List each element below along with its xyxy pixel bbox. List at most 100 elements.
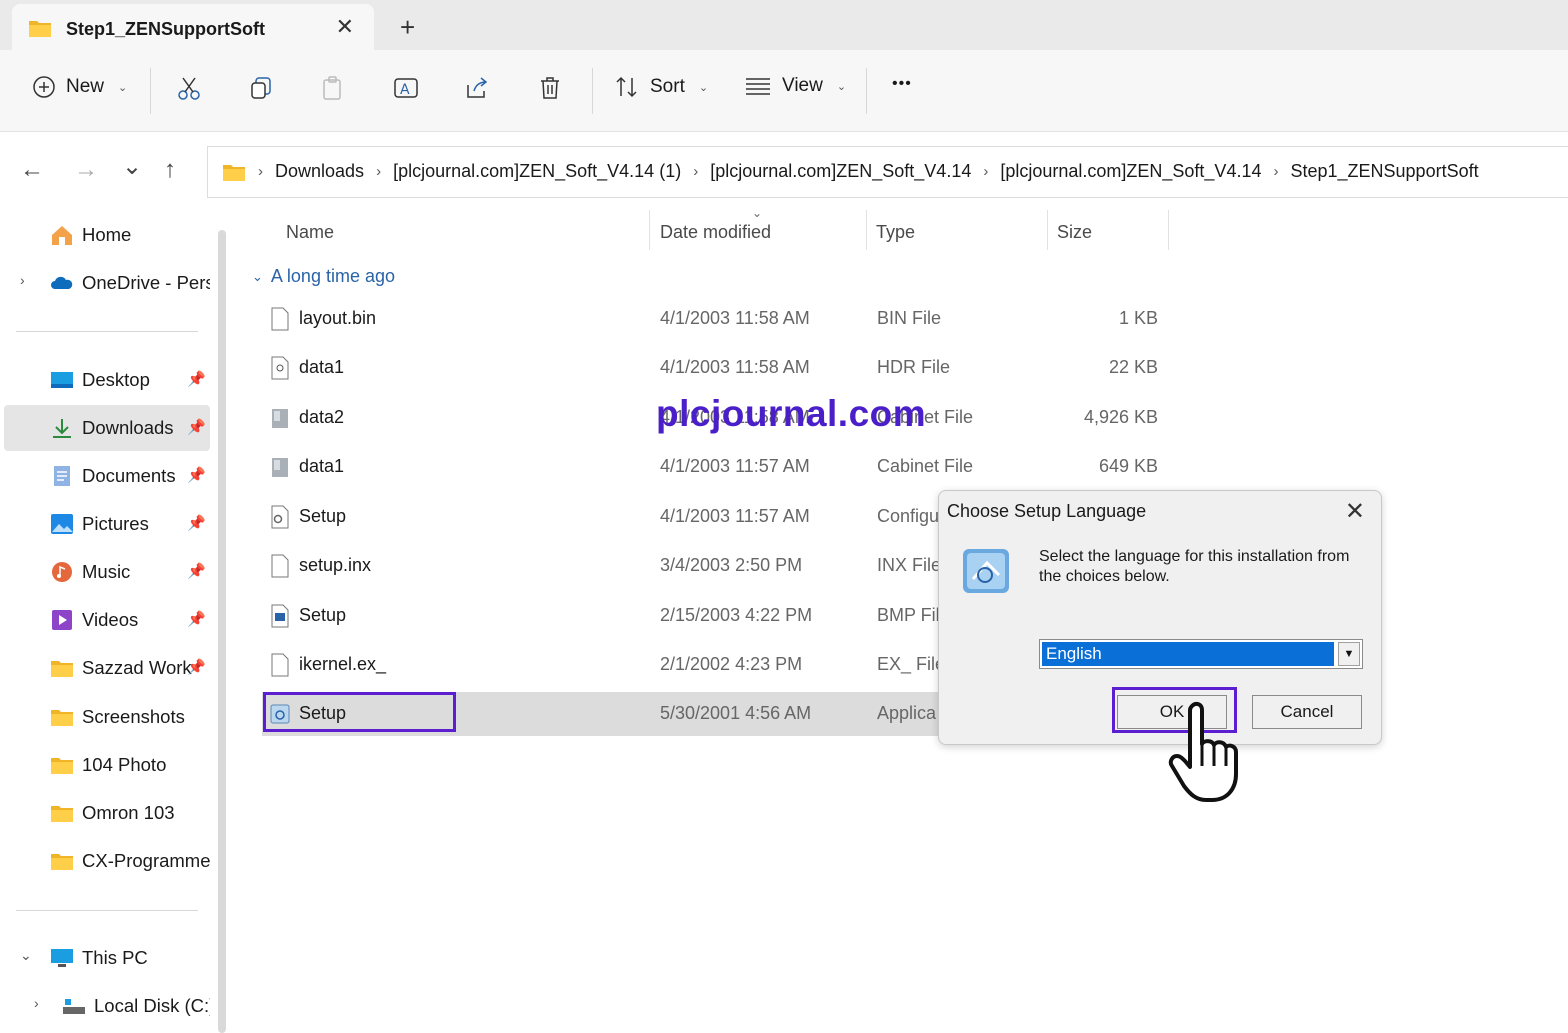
tab-strip: Step1_ZENSupportSoft ✕ + xyxy=(0,0,1568,50)
breadcrumb-item[interactable]: [plcjournal.com]ZEN_Soft_V4.14 (1) xyxy=(393,161,681,182)
command-bar: New ⌄ A Sort ⌄ View ⌄ ••• xyxy=(0,50,1568,132)
share-icon xyxy=(467,77,488,98)
share-button[interactable] xyxy=(464,75,490,101)
new-button[interactable]: New ⌄ xyxy=(32,75,127,99)
paste-icon xyxy=(323,76,341,100)
divider xyxy=(16,331,198,332)
tab-close-icon[interactable]: ✕ xyxy=(336,14,354,40)
column-divider[interactable] xyxy=(1047,210,1048,250)
more-options-button[interactable]: ••• xyxy=(892,75,912,93)
group-label: A long time ago xyxy=(270,266,395,286)
sidebar-item-desktop[interactable]: Desktop 📌 xyxy=(0,357,210,403)
file-type: BIN File xyxy=(877,308,942,328)
sort-button[interactable]: Sort ⌄ xyxy=(614,75,708,99)
file-name: data2 xyxy=(299,407,345,427)
column-header-type[interactable]: Type xyxy=(876,222,915,243)
file-row[interactable]: layout.bin 4/1/2003 11:58 AM BIN File 1 … xyxy=(262,297,1182,341)
file-type: Cabinet File xyxy=(877,456,974,476)
sidebar-scrollbar[interactable] xyxy=(218,230,226,1033)
breadcrumb-item[interactable]: [plcjournal.com]ZEN_Soft_V4.14 xyxy=(710,161,971,182)
cancel-button[interactable]: Cancel xyxy=(1252,695,1362,729)
breadcrumb-item[interactable]: [plcjournal.com]ZEN_Soft_V4.14 xyxy=(1000,161,1261,182)
view-label: View xyxy=(782,75,823,96)
sidebar-item-music[interactable]: Music 📌 xyxy=(0,549,210,595)
sidebar-item-label: Music xyxy=(82,561,131,582)
paste-button[interactable] xyxy=(320,75,346,101)
file-type: Applica xyxy=(877,703,937,723)
sort-indicator-icon: ⌄ xyxy=(752,206,763,220)
dialog-title: Choose Setup Language xyxy=(947,501,1147,521)
column-divider[interactable] xyxy=(866,210,867,250)
copy-button[interactable] xyxy=(248,75,274,101)
address-bar[interactable]: › Downloads › [plcjournal.com]ZEN_Soft_V… xyxy=(207,146,1568,198)
sidebar-item-videos[interactable]: Videos 📌 xyxy=(0,597,210,643)
column-divider[interactable] xyxy=(649,210,650,250)
breadcrumb-item[interactable]: Step1_ZENSupportSoft xyxy=(1290,161,1478,182)
file-name: data1 xyxy=(299,357,345,377)
breadcrumb-item[interactable]: Downloads xyxy=(275,161,364,182)
recent-locations-icon[interactable]: ⌄ xyxy=(122,152,142,181)
back-icon[interactable]: ← xyxy=(20,156,44,184)
column-header-size[interactable]: Size xyxy=(1057,222,1092,243)
sidebar-item-screenshots[interactable]: Screenshots xyxy=(0,694,210,740)
pin-icon: 📌 xyxy=(187,611,206,628)
pin-icon: 📌 xyxy=(187,467,206,484)
sidebar-item-label: OneDrive - Perso xyxy=(82,272,210,293)
language-select[interactable]: English ▼ xyxy=(1039,639,1363,669)
file-name: data1 xyxy=(299,456,345,476)
file-size: 22 KB xyxy=(1108,357,1158,377)
file-size: 4,926 KB xyxy=(1083,407,1158,427)
cut-button[interactable] xyxy=(176,75,202,101)
new-label: New xyxy=(66,76,105,97)
chevron-down-icon: ⌄ xyxy=(252,268,263,284)
cloud-icon xyxy=(51,276,73,289)
forward-icon[interactable]: → xyxy=(74,156,98,184)
tab-title: Step1_ZENSupportSoft xyxy=(66,19,266,39)
rename-button[interactable]: A xyxy=(392,75,420,101)
chevron-right-icon[interactable]: › xyxy=(34,995,39,1011)
sidebar-item-local-disk[interactable]: › Local Disk (C:) xyxy=(0,983,210,1029)
column-header-name[interactable]: Name xyxy=(286,222,334,243)
new-tab-button[interactable]: + xyxy=(400,12,415,43)
sidebar-item-this-pc[interactable]: ⌄ This PC xyxy=(0,935,210,981)
file-date: 4/1/2003 11:57 AM xyxy=(660,506,810,526)
file-date: 4/1/2003 11:58 AM xyxy=(660,357,810,377)
sidebar-item-documents[interactable]: Documents 📌 xyxy=(0,453,210,499)
file-name: setup.inx xyxy=(299,555,372,575)
file-date: 2/15/2003 4:22 PM xyxy=(660,605,813,625)
folder-icon xyxy=(51,806,73,822)
column-header-date[interactable]: Date modified xyxy=(660,222,771,243)
chevron-down-icon: ⌄ xyxy=(836,80,847,93)
view-button[interactable]: View ⌄ xyxy=(744,75,846,97)
breadcrumb-separator-icon: › xyxy=(1273,163,1279,180)
file-row[interactable]: data1 4/1/2003 11:57 AM Cabinet File 649… xyxy=(262,445,1182,489)
column-divider[interactable] xyxy=(1168,210,1169,250)
sidebar-item-pictures[interactable]: Pictures 📌 xyxy=(0,501,210,547)
sidebar-item-onedrive[interactable]: › OneDrive - Perso xyxy=(0,260,210,306)
file-size: 1 KB xyxy=(1118,308,1158,328)
dialog-close-icon[interactable]: ✕ xyxy=(1345,497,1365,526)
video-icon xyxy=(52,610,72,630)
divider xyxy=(866,68,867,114)
file-date: 4/1/2003 11:58 AM xyxy=(660,308,810,328)
file-row[interactable]: data1 4/1/2003 11:58 AM HDR File 22 KB xyxy=(262,346,1182,390)
language-select-value: English xyxy=(1042,642,1334,666)
group-header[interactable]: ⌄ A long time ago xyxy=(252,266,395,287)
up-icon[interactable]: ↑ xyxy=(164,156,176,184)
sidebar-item-label: Desktop xyxy=(82,369,150,390)
dropdown-arrow-icon[interactable]: ▼ xyxy=(1338,642,1360,666)
folder-icon xyxy=(51,661,73,677)
delete-button[interactable] xyxy=(537,75,563,101)
sidebar-item-sazzad-work[interactable]: Sazzad Work 📌 xyxy=(0,645,210,691)
tab-active[interactable]: Step1_ZENSupportSoft ✕ xyxy=(12,4,374,50)
file-date: 2/1/2002 4:23 PM xyxy=(660,654,803,674)
chevron-right-icon[interactable]: › xyxy=(20,272,25,288)
sidebar-item-cx-programmer[interactable]: CX-Programmer xyxy=(0,838,210,884)
sidebar-item-104-photo[interactable]: 104 Photo xyxy=(0,742,210,788)
sidebar-item-home[interactable]: Home xyxy=(0,212,210,258)
sidebar-item-omron-103[interactable]: Omron 103 xyxy=(0,790,210,836)
chevron-down-icon[interactable]: ⌄ xyxy=(20,947,32,964)
sidebar-item-downloads[interactable]: Downloads 📌 xyxy=(4,405,210,451)
sidebar-item-label: Screenshots xyxy=(82,706,185,727)
cabinet-file-icon xyxy=(272,409,288,428)
